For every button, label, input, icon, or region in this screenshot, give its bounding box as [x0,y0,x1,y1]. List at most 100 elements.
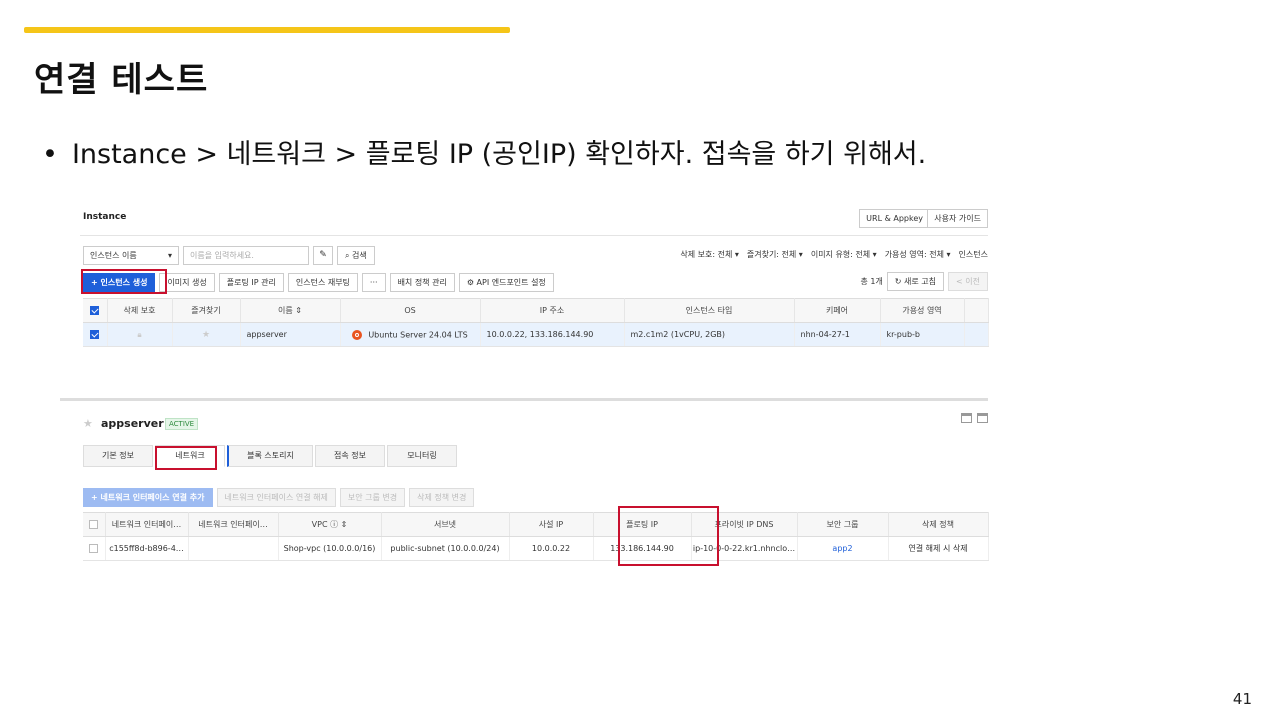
tab-basic-info[interactable]: 기본 정보 [83,445,153,467]
api-endpoint-button[interactable]: ⚙ API 엔드포인트 설정 [458,272,554,292]
select-all-checkbox[interactable] [83,512,106,537]
instance-detail-screenshot: ★ appserver ACTIVE 기본 정보 네트워크 블록 스토리지 접속… [60,398,989,568]
more-button[interactable]: ··· [361,272,386,292]
count-row: 총 1개 ↻ 새로 고침 < 이전 [860,272,988,291]
panel-view-controls [961,413,988,423]
row-keypair: nhn-04-27-1 [794,322,881,347]
bullet-dot: • [42,139,58,170]
network-interface-table: 네트워크 인터페이… 네트워크 인터페이… VPC ⓘ ⇕ 서브넷 사설 IP … [83,512,989,561]
network-action-row: + 네트워크 인터페이스 연결 추가 네트워크 인터페이스 연결 해제 보안 그… [83,488,475,507]
row-delete-protection[interactable]: 🔒︎ [107,322,173,347]
row-private-ip: 10.0.0.22 [509,536,594,561]
col-keypair: 키페어 [794,298,881,323]
row-interface-id: c155ff8d-b896-4… [105,536,189,561]
col-security-group: 보안 그룹 [797,512,889,537]
search-button-label: 검색 [352,250,367,260]
url-appkey-button[interactable]: URL & Appkey [859,209,930,228]
instance-header-title: Instance [83,212,127,222]
filter-image-type[interactable]: 이미지 유형: 전체 ▾ [811,249,877,260]
change-delete-policy-button[interactable]: 삭제 정책 변경 [409,488,475,507]
col-favorites: 즐겨찾기 [172,298,241,323]
window-maximize-icon[interactable] [977,413,988,423]
detach-interface-button[interactable]: 네트워크 인터페이스 연결 해제 [216,488,336,507]
row-os: Ubuntu Server 24.04 LTS [340,322,481,347]
pencil-icon[interactable]: ✎ [313,245,333,265]
api-endpoint-label: API 엔드포인트 설정 [476,277,546,287]
bullet-point: • Instance > 네트워크 > 플로팅 IP (공인IP) 확인하자. 접… [42,132,926,171]
checkbox-checked-icon [90,306,100,315]
col-instance-type: 인스턴스 타입 [624,298,795,323]
row-name[interactable]: appserver [240,322,341,347]
filter-availability-zone[interactable]: 가용성 영역: 전체 ▾ [885,249,951,260]
row-delete-policy: 연결 해제 시 삭제 [888,536,989,561]
reboot-instance-button[interactable]: 인스턴스 재부팅 [287,272,358,292]
filter-favorites[interactable]: 즐겨찾기: 전체 ▾ [747,249,803,260]
tab-connection-info[interactable]: 접속 정보 [315,445,385,467]
col-availability-zone: 가용성 영역 [880,298,965,323]
create-image-button[interactable]: 이미지 생성 [159,272,215,292]
ubuntu-icon [352,329,363,340]
instance-table: 삭제 보호 즐겨찾기 이름 ⇕ OS IP 주소 인스턴스 타입 키페어 가용성… [83,298,989,347]
lock-icon: 🔒︎ [137,329,142,339]
placement-policy-button[interactable]: 배치 정책 관리 [389,272,455,292]
row-ip: 10.0.0.22, 133.186.144.90 [480,322,625,347]
search-input[interactable]: 이름을 입력하세요. [183,245,309,265]
col-delete-policy: 삭제 정책 [888,512,989,537]
slide-title: 연결 테스트 [34,60,209,100]
prev-button[interactable]: < 이전 [948,272,988,291]
col-ip: IP 주소 [480,298,625,323]
table-row[interactable]: c155ff8d-b896-4… Shop-vpc (10.0.0.0/16) … [83,536,989,561]
panel-divider[interactable] [60,398,988,401]
highlight-network-tab [155,446,217,470]
select-all-checkbox[interactable] [83,298,108,323]
tab-monitoring[interactable]: 모니터링 [387,445,457,467]
filter-bar: 삭제 보호: 전체 ▾ 즐겨찾기: 전체 ▾ 이미지 유형: 전체 ▾ 가용성 … [680,249,988,260]
col-name[interactable]: 이름 ⇕ [240,298,341,323]
total-count: 총 1개 [860,277,883,286]
row-instance-type: m2.c1m2 (1vCPU, 2GB) [624,322,795,347]
filter-instance[interactable]: 인스턴스 [959,249,988,260]
row-checkbox[interactable] [83,536,106,561]
refresh-button[interactable]: ↻ 새로 고침 [886,272,945,291]
col-private-ip: 사설 IP [509,512,594,537]
row-security-group[interactable]: app2 [797,536,889,561]
table-header-row: 삭제 보호 즐겨찾기 이름 ⇕ OS IP 주소 인스턴스 타입 키페어 가용성… [83,298,989,323]
row-vpc: Shop-vpc (10.0.0.0/16) [278,536,382,561]
col-vpc[interactable]: VPC ⓘ ⇕ [278,512,382,537]
status-badge: ACTIVE [165,418,199,430]
col-delete-protection: 삭제 보호 [107,298,173,323]
highlight-create-instance [81,269,167,294]
search-field-select[interactable]: 인스턴스 이름 ▾ [83,245,179,265]
user-guide-button[interactable]: 사용자 가이드 [927,209,988,228]
col-extra [964,298,989,323]
chevron-down-icon: ▾ [167,250,172,260]
row-os-text: Ubuntu Server 24.04 LTS [368,330,468,339]
search-field-select-value: 인스턴스 이름 [90,250,137,260]
tab-block-storage[interactable]: 블록 스토리지 [227,445,313,467]
col-os: OS [340,298,481,323]
row-extra [964,322,989,347]
change-security-group-button[interactable]: 보안 그룹 변경 [339,488,406,507]
header-divider [80,235,988,236]
star-icon[interactable]: ★ [83,417,93,430]
highlight-floating-ip [618,506,719,566]
accent-bar [24,27,510,33]
search-button[interactable]: ⌕ 검색 [337,245,375,265]
filter-delete-protection[interactable]: 삭제 보호: 전체 ▾ [680,249,739,260]
checkbox-checked-icon [90,330,100,339]
instance-list-screenshot: Instance URL & Appkey 사용자 가이드 인스턴스 이름 ▾ … [80,203,989,353]
table-row[interactable]: 🔒︎ ★ appserver Ubuntu Server 24.04 LTS 1… [83,322,989,347]
floating-ip-manage-button[interactable]: 플로팅 IP 관리 [218,272,284,292]
search-row: 인스턴스 이름 ▾ 이름을 입력하세요. ✎ ⌕ 검색 [83,245,375,265]
star-icon: ★ [201,329,211,340]
search-icon: ⌕ [345,250,353,260]
gear-icon: ⚙ [466,277,477,287]
checkbox-icon [89,520,99,529]
row-favorite[interactable]: ★ [172,322,241,347]
checkbox-icon [89,544,99,553]
col-interface-id: 네트워크 인터페이… [105,512,189,537]
window-split-icon[interactable] [961,413,972,423]
row-availability-zone: kr-pub-b [880,322,965,347]
add-interface-button[interactable]: + 네트워크 인터페이스 연결 추가 [83,488,213,507]
row-checkbox[interactable] [83,322,108,347]
